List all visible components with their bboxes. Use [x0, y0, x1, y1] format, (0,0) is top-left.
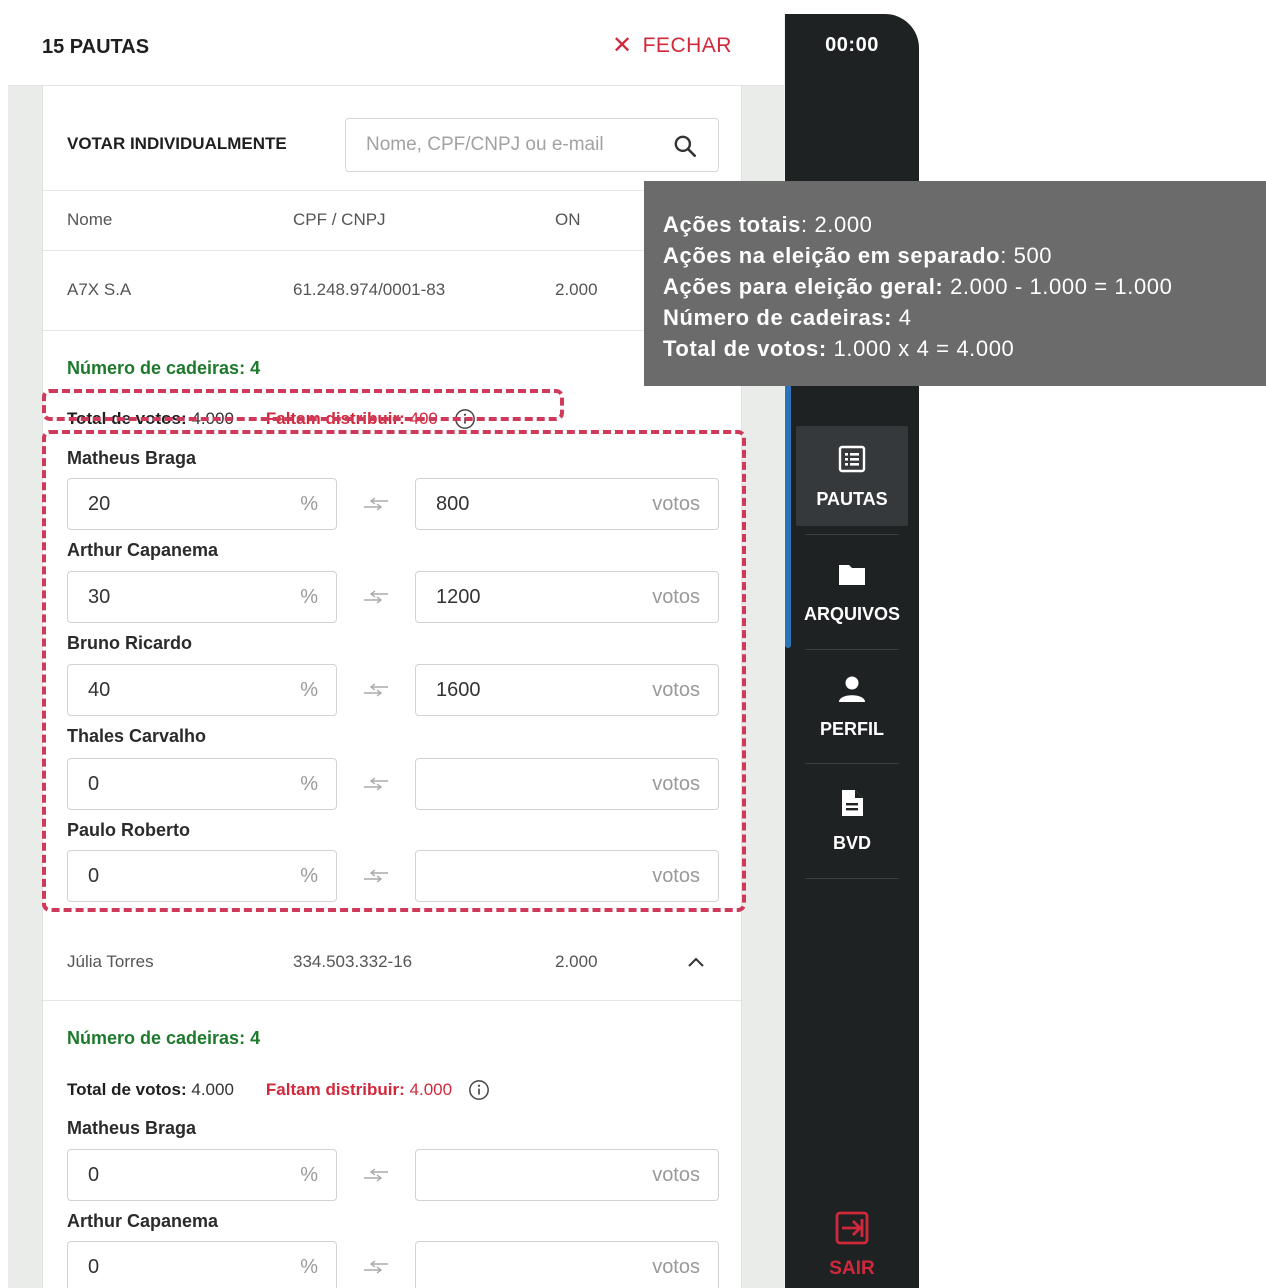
- divider: [43, 190, 743, 191]
- candidate-name: Matheus Braga: [67, 1118, 197, 1138]
- tooltip-line: Número de cadeiras: 4: [663, 302, 1266, 333]
- scrollbar[interactable]: [785, 370, 791, 648]
- row-doc: 334.503.332-16: [293, 952, 413, 971]
- sidebar-item-bvd[interactable]: BVD: [796, 770, 908, 870]
- tooltip-label: Ações para eleição geral:: [663, 274, 944, 299]
- swap-arrows-icon: [364, 1260, 388, 1274]
- tooltip-line: Ações na eleição em separado: 500: [663, 240, 1266, 271]
- close-icon: ✕: [612, 32, 633, 59]
- votes-input[interactable]: votos: [415, 1241, 719, 1288]
- percent-value: 0: [88, 1163, 100, 1186]
- tooltip-value: : 500: [1000, 243, 1053, 268]
- tooltip-label: Número de cadeiras:: [663, 305, 893, 330]
- percent-input[interactable]: 0%: [67, 1241, 337, 1288]
- row-on: 2.000: [555, 280, 598, 299]
- divider: [805, 534, 899, 535]
- search-input[interactable]: [366, 134, 656, 156]
- candidate-name: Arthur Capanema: [67, 1211, 219, 1231]
- panel-header: 15 PAUTAS ✕ FECHAR: [8, 14, 784, 86]
- close-label: FECHAR: [642, 34, 732, 57]
- search-icon[interactable]: [672, 133, 698, 159]
- folder-icon: [839, 564, 865, 585]
- calculation-tooltip: Ações totais: 2.000 Ações na eleição em …: [644, 181, 1266, 386]
- close-button[interactable]: ✕ FECHAR: [612, 34, 732, 58]
- user-icon: [839, 676, 865, 702]
- seats-label: Número de cadeiras:: [67, 1028, 246, 1048]
- info-icon[interactable]: [468, 1079, 490, 1101]
- logout-label: SAIR: [829, 1258, 875, 1279]
- tooltip-label: Ações totais: [663, 212, 802, 237]
- divider: [43, 330, 743, 331]
- document-icon: [842, 789, 863, 816]
- vote-individually-label: VOTAR INDIVIDUALMENTE: [67, 134, 287, 153]
- column-header-doc: CPF / CNPJ: [293, 210, 386, 229]
- seats-value: 4: [250, 1028, 261, 1048]
- tooltip-line: Ações para eleição geral: 2.000 - 1.000 …: [663, 271, 1266, 302]
- divider: [805, 878, 899, 879]
- tooltip-label: Ações na eleição em separado: [663, 243, 1001, 268]
- sidebar-item-label: PERFIL: [819, 718, 884, 739]
- tooltip-label: Total de votos:: [663, 336, 827, 361]
- tooltip-line: Total de votos: 1.000 x 4 = 4.000: [663, 333, 1266, 364]
- tooltip-value: 4: [892, 305, 912, 330]
- row-doc: 61.248.974/0001-83: [293, 280, 446, 299]
- percent-value: 0: [88, 1255, 100, 1278]
- seats-count: Número de cadeiras: 4: [67, 1028, 260, 1049]
- sidebar-item-pautas[interactable]: PAUTAS: [796, 426, 908, 526]
- sidebar-item-arquivos[interactable]: ARQUIVOS: [796, 541, 908, 641]
- divider: [805, 763, 899, 764]
- seats-label: Número de cadeiras:: [67, 358, 246, 378]
- remaining-value: 4.000: [409, 1080, 453, 1099]
- tooltip-value: 2.000 - 1.000 = 1.000: [943, 274, 1173, 299]
- sidebar-item-label: PAUTAS: [816, 488, 888, 509]
- swap-arrows-icon: [364, 1168, 388, 1182]
- total-votes-label: Total de votos:: [67, 1080, 187, 1099]
- sidebar-item-perfil[interactable]: PERFIL: [796, 656, 908, 756]
- sidebar-item-label: ARQUIVOS: [803, 603, 900, 624]
- remaining-label: Faltam distribuir:: [265, 1080, 405, 1099]
- highlight-candidates: [42, 430, 746, 912]
- divider: [43, 250, 743, 251]
- page-title: 15 PAUTAS: [42, 36, 150, 58]
- votes-unit: votos: [652, 1163, 700, 1186]
- divider: [43, 1000, 743, 1001]
- row-name: Júlia Torres: [67, 952, 154, 971]
- column-header-on: ON: [555, 210, 581, 229]
- votes-summary: Total de votos: 4.000 Faltam distribuir:…: [67, 1079, 490, 1101]
- seats-count: Número de cadeiras: 4: [67, 358, 260, 379]
- votes-input[interactable]: votos: [415, 1149, 719, 1201]
- list-icon: [838, 445, 866, 472]
- tooltip-line: Ações totais: 2.000: [663, 209, 1266, 240]
- row-on: 2.000: [555, 952, 598, 971]
- percent-input[interactable]: 0%: [67, 1149, 337, 1201]
- divider: [805, 649, 899, 650]
- remaining-votes: Faltam distribuir: 4.000: [266, 1080, 452, 1100]
- logout-icon: [835, 1211, 869, 1245]
- search-field[interactable]: [345, 118, 719, 172]
- total-votes-value: 4.000: [191, 1080, 234, 1099]
- seats-value: 4: [250, 358, 261, 378]
- row-name: A7X S.A: [67, 280, 132, 299]
- tooltip-value: 1.000 x 4 = 4.000: [826, 336, 1015, 361]
- logout-button[interactable]: SAIR: [785, 1210, 919, 1280]
- percent-unit: %: [300, 1163, 318, 1186]
- session-timer: 00:00: [825, 34, 879, 56]
- votes-unit: votos: [652, 1255, 700, 1278]
- tooltip-value: : 2.000: [801, 212, 873, 237]
- column-header-name: Nome: [67, 210, 113, 229]
- sidebar-item-label: BVD: [832, 832, 871, 853]
- percent-unit: %: [300, 1255, 318, 1278]
- chevron-up-icon[interactable]: [687, 956, 705, 968]
- highlight-votes-summary: [42, 389, 564, 421]
